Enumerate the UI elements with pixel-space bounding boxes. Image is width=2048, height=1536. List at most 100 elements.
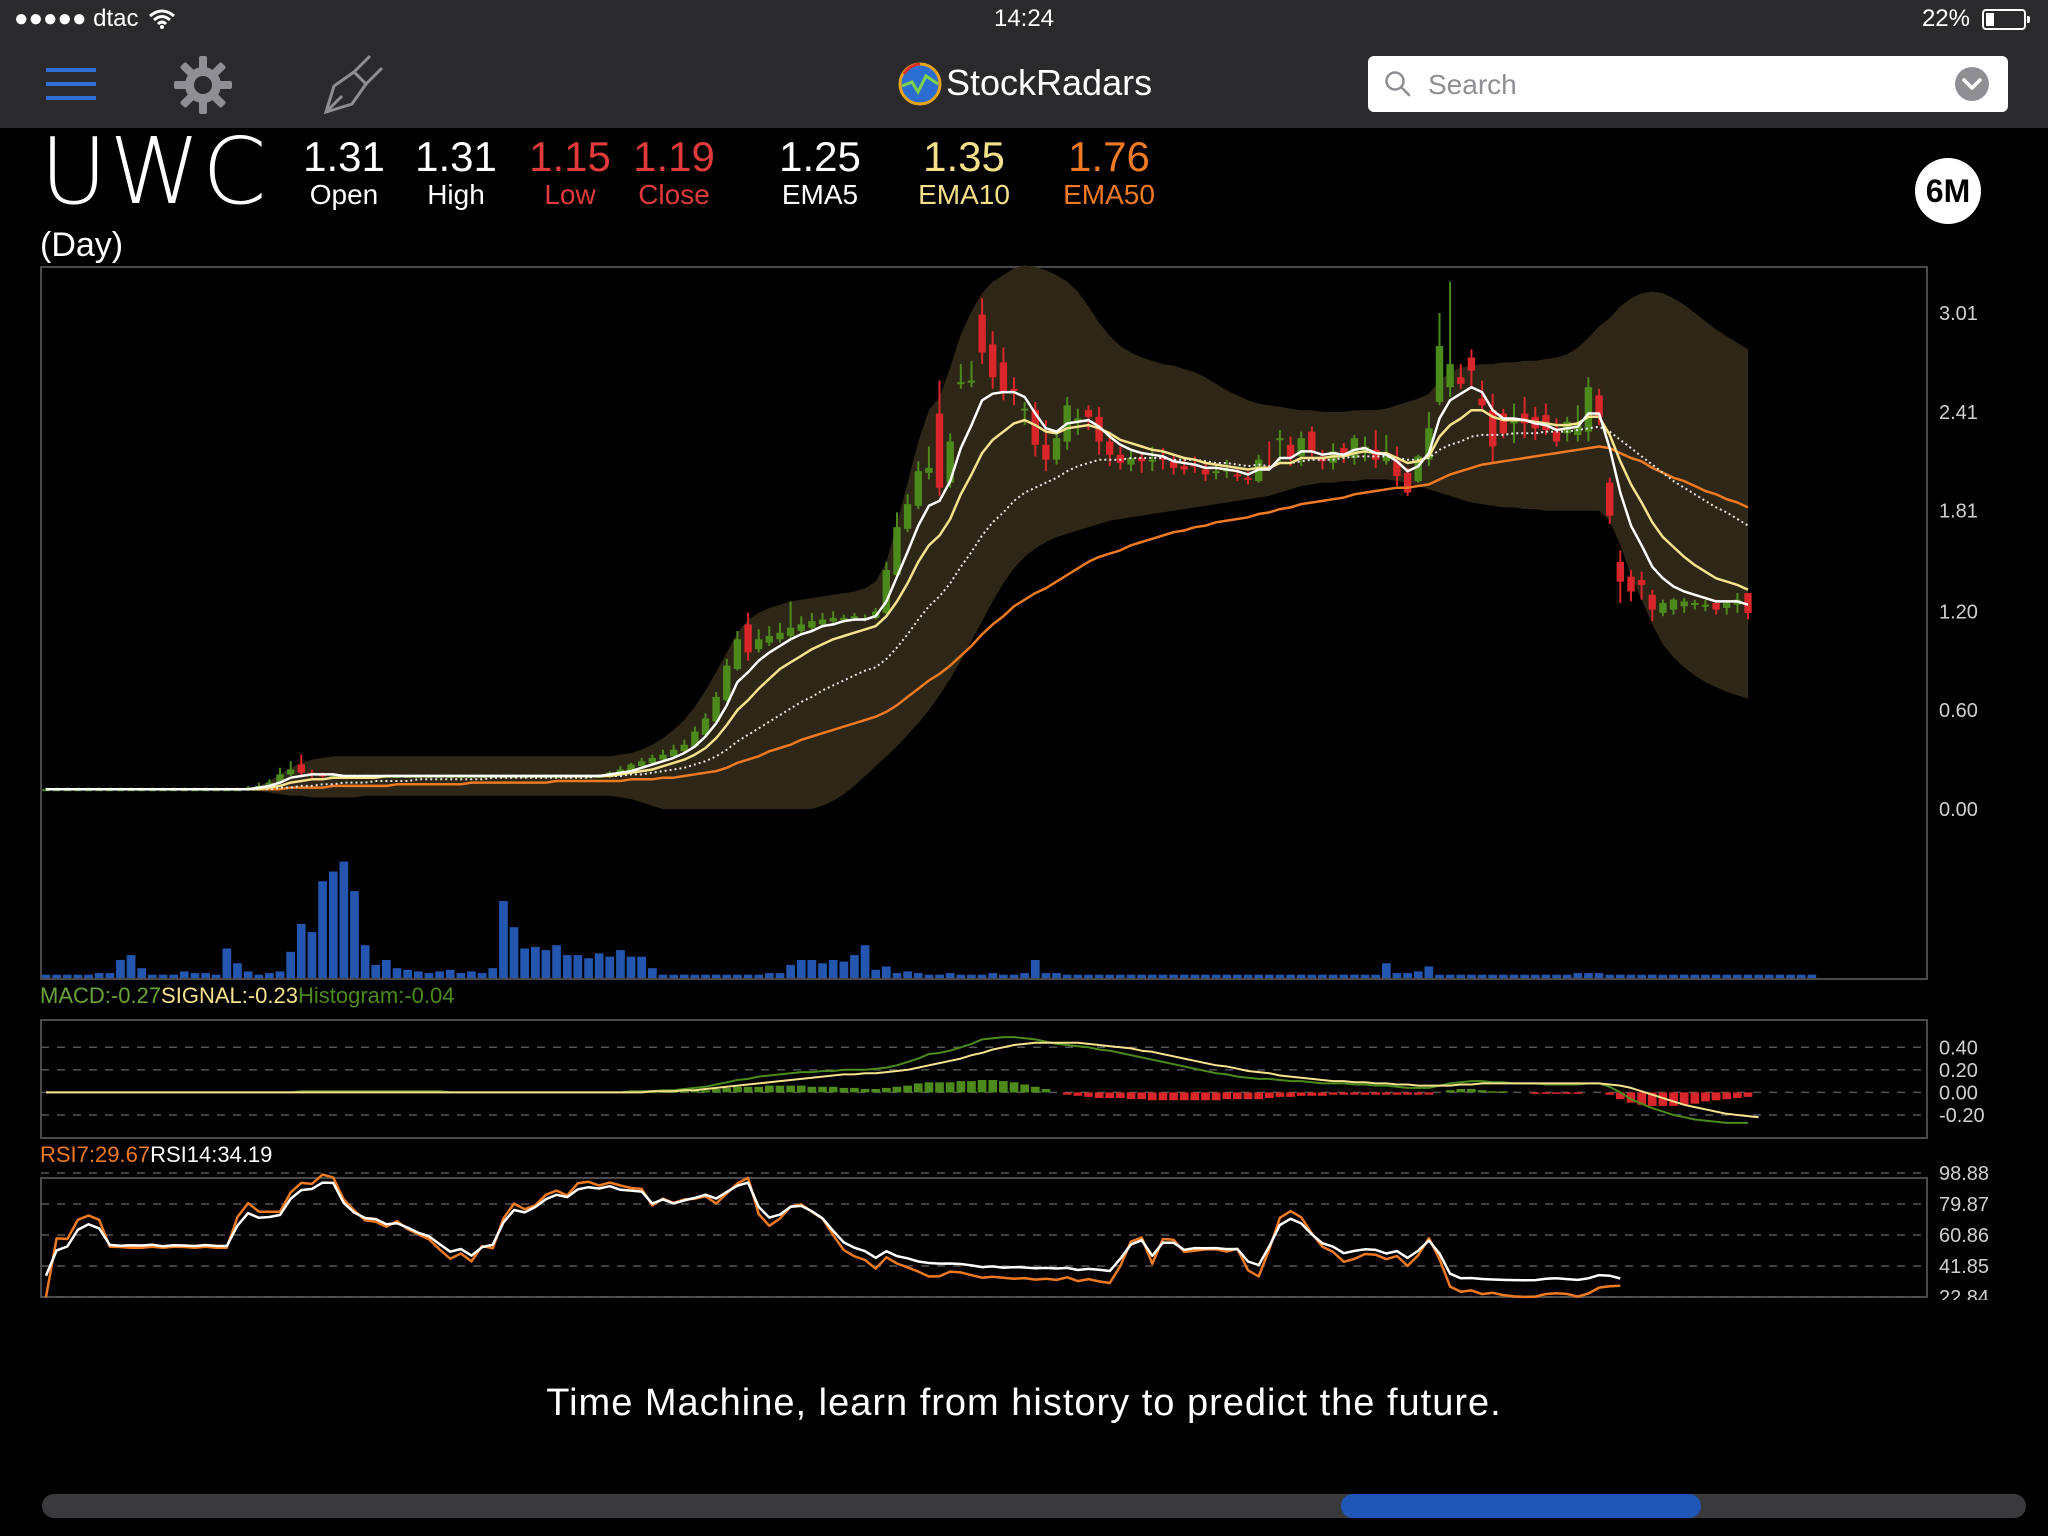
gear-icon[interactable] bbox=[172, 54, 234, 116]
stat-low: 1.15 Low bbox=[524, 134, 616, 210]
candle-body bbox=[1680, 601, 1688, 607]
volume-bar bbox=[1222, 974, 1232, 978]
volume-bar bbox=[201, 973, 210, 978]
macd-histogram-bar bbox=[1254, 1092, 1263, 1100]
macd-histogram-bar bbox=[903, 1085, 912, 1093]
histogram-label: Histogram:-0.04 bbox=[298, 983, 455, 1008]
macd-histogram-bar bbox=[1339, 1092, 1349, 1095]
macd-histogram-bar bbox=[1062, 1092, 1072, 1095]
candle-body bbox=[829, 617, 837, 622]
price-tick-label: 1.81 bbox=[1939, 501, 1978, 523]
volume-bar bbox=[1711, 974, 1721, 978]
candle-body bbox=[659, 754, 667, 760]
volume-bar bbox=[967, 974, 976, 978]
macd-histogram-bar bbox=[1009, 1082, 1019, 1093]
volume-bar bbox=[1137, 974, 1146, 978]
volume-bar bbox=[1541, 974, 1551, 978]
volume-bar bbox=[1243, 974, 1253, 978]
volume-bar bbox=[584, 958, 593, 978]
price-tick-label: 0.00 bbox=[1939, 799, 1978, 821]
stat-ema10: 1.35 EMA10 bbox=[906, 134, 1022, 210]
macd-histogram-bar bbox=[967, 1081, 976, 1093]
volume-bar bbox=[765, 973, 774, 978]
candle-body bbox=[935, 413, 944, 488]
macd-tick-label: 0.40 bbox=[1939, 1037, 1978, 1059]
macd-histogram-bar bbox=[1190, 1092, 1200, 1101]
volume-bar bbox=[62, 974, 72, 978]
search-box[interactable] bbox=[1368, 56, 2008, 112]
volume-bar bbox=[328, 871, 338, 978]
macd-histogram-bar bbox=[1467, 1089, 1476, 1093]
volume-bar bbox=[1179, 974, 1189, 978]
macd-histogram-bar bbox=[818, 1086, 827, 1093]
volume-bar bbox=[882, 966, 891, 978]
macd-histogram-bar bbox=[1243, 1092, 1253, 1100]
volume-bar bbox=[265, 973, 274, 978]
volume-bar bbox=[1467, 974, 1476, 978]
candle-body bbox=[850, 616, 859, 619]
volume-bar bbox=[1509, 974, 1519, 978]
macd-histogram-bar bbox=[1296, 1092, 1306, 1096]
volume-bar bbox=[1339, 974, 1349, 978]
volume-bar bbox=[605, 956, 615, 978]
price-tick-label: 1.20 bbox=[1939, 601, 1978, 623]
volume-bar bbox=[190, 973, 200, 978]
axis-tick-labels: 3.012.411.811.200.600.000.400.200.00-0.2… bbox=[1939, 303, 1989, 1300]
macd-histogram-bar bbox=[1265, 1092, 1274, 1098]
macd-histogram-bar bbox=[1222, 1092, 1232, 1100]
candle-body bbox=[297, 764, 305, 773]
macd-histogram-bar bbox=[743, 1086, 753, 1093]
candle-body bbox=[1180, 466, 1188, 470]
volume-bar bbox=[424, 973, 434, 978]
volume-bar bbox=[1424, 966, 1434, 978]
candle-body bbox=[999, 362, 1008, 393]
volume-bar bbox=[1658, 974, 1668, 978]
candle-body bbox=[1659, 603, 1667, 613]
volume-bar bbox=[669, 974, 678, 978]
volume-bar bbox=[531, 946, 540, 978]
macd-histogram-bar bbox=[935, 1082, 944, 1093]
candle-body bbox=[755, 639, 763, 650]
candle-body bbox=[1627, 576, 1635, 592]
macd-histogram-bar bbox=[1307, 1092, 1317, 1096]
volume-bar bbox=[1201, 974, 1210, 978]
macd-histogram-bar bbox=[711, 1089, 721, 1093]
candle-body bbox=[1435, 346, 1444, 402]
period-button[interactable]: 6M bbox=[1915, 158, 1981, 224]
volume-bar bbox=[977, 974, 987, 978]
volume-bar bbox=[1637, 974, 1646, 978]
search-input[interactable] bbox=[1426, 64, 1930, 106]
volume-bar bbox=[1233, 974, 1242, 978]
volume-bar bbox=[1190, 974, 1200, 978]
candle-body bbox=[1020, 408, 1029, 411]
volume-bar bbox=[1403, 973, 1412, 978]
candle-body bbox=[1010, 388, 1018, 391]
macd-histogram-bar bbox=[1733, 1092, 1742, 1098]
stat-value: 1.35 bbox=[923, 133, 1005, 180]
pen-nib-icon[interactable] bbox=[320, 52, 386, 118]
volume-bar bbox=[456, 973, 466, 978]
macd-line bbox=[46, 1036, 1748, 1124]
volume-bar bbox=[116, 960, 125, 978]
volume-bar bbox=[307, 932, 317, 978]
volume-bar bbox=[1030, 960, 1040, 978]
ticker-symbol: UWC bbox=[40, 118, 269, 225]
volume-bar bbox=[871, 969, 881, 978]
volume-bar bbox=[222, 948, 232, 978]
hamburger-menu-icon[interactable] bbox=[46, 64, 98, 104]
macd-histogram-bar bbox=[1350, 1092, 1359, 1095]
chevron-down-icon[interactable] bbox=[1954, 66, 1990, 102]
timeline-scroll-thumb[interactable] bbox=[1341, 1494, 1702, 1518]
macd-histogram-bar bbox=[796, 1085, 806, 1093]
macd-histogram-bar bbox=[1158, 1092, 1168, 1101]
stat-label: EMA10 bbox=[918, 179, 1010, 210]
volume-bar bbox=[1690, 974, 1700, 978]
price-chart[interactable]: 3.012.411.811.200.600.000.400.200.00-0.2… bbox=[0, 250, 2048, 1300]
macd-histogram-bar bbox=[786, 1085, 795, 1093]
macd-histogram-bar bbox=[1530, 1092, 1540, 1094]
timeline-scrollbar[interactable] bbox=[42, 1494, 2026, 1518]
rsi7-label: RSI7:29.67 bbox=[40, 1142, 151, 1167]
volume-bar bbox=[796, 960, 806, 978]
macd-histogram-bar bbox=[871, 1089, 881, 1093]
candle-body bbox=[1584, 387, 1593, 432]
